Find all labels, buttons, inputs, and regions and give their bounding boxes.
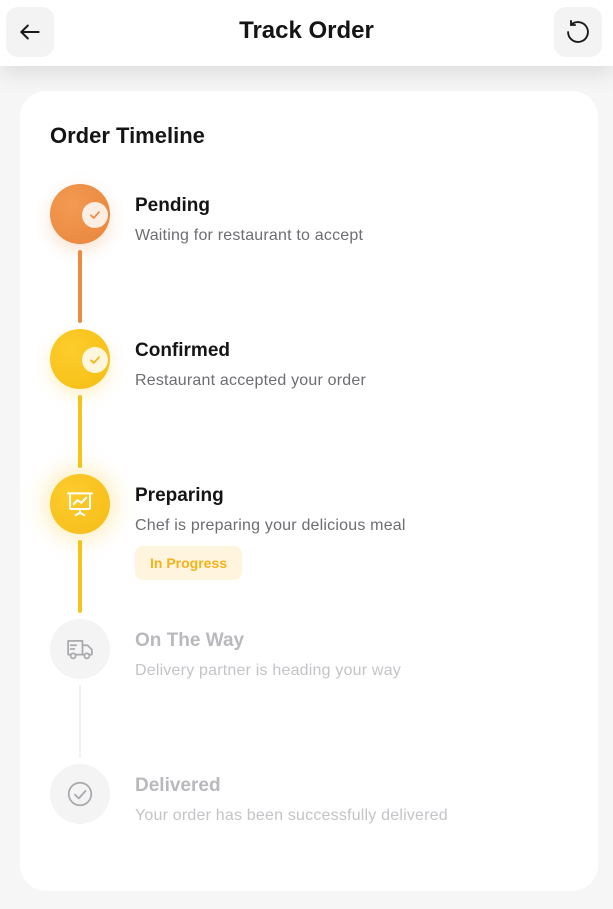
- presentation-chart-icon: [67, 492, 93, 517]
- timeline-connector: [78, 395, 82, 468]
- step-description: Your order has been successfully deliver…: [135, 807, 448, 824]
- check-icon: [90, 211, 100, 219]
- timeline-connector: [78, 540, 82, 613]
- check-badge: [82, 347, 108, 373]
- refresh-button[interactable]: [554, 7, 602, 57]
- timeline-title: Order Timeline: [50, 123, 205, 148]
- timeline-step-preparing: Preparing Chef is preparing your delicio…: [50, 474, 590, 619]
- delivery-truck-icon: [67, 640, 93, 660]
- step-title: Preparing: [135, 485, 224, 506]
- step-description: Chef is preparing your delicious meal: [135, 517, 406, 534]
- check-icon: [90, 356, 100, 364]
- timeline-step-pending: Pending Waiting for restaurant to accept: [50, 184, 590, 329]
- step-description: Waiting for restaurant to accept: [135, 227, 364, 244]
- step-title: On The Way: [135, 630, 245, 651]
- step-description: Delivery partner is heading your way: [135, 662, 401, 679]
- step-title: Delivered: [135, 775, 221, 796]
- check-circle-icon: [67, 781, 93, 807]
- in-progress-badge: In Progress: [135, 546, 243, 580]
- order-timeline-card: Order Timeline Pending Waiting for resta…: [20, 91, 598, 891]
- timeline-connector: [79, 685, 81, 758]
- step-status-circle: [50, 329, 110, 389]
- timeline-connector: [78, 250, 82, 323]
- timeline-step-on-the-way: On The Way Delivery partner is heading y…: [50, 619, 590, 764]
- step-status-circle: [50, 184, 110, 244]
- timeline-step-confirmed: Confirmed Restaurant accepted your order: [50, 329, 590, 474]
- step-description: Restaurant accepted your order: [135, 372, 367, 389]
- timeline-step-delivered: Delivered Your order has been successful…: [50, 764, 590, 909]
- app-header: Track Order: [0, 0, 613, 66]
- step-status-circle: [50, 619, 110, 679]
- step-title: Confirmed: [135, 340, 230, 361]
- page-title: Track Order: [239, 17, 374, 44]
- step-status-circle: [50, 474, 110, 534]
- step-status-circle: [50, 764, 110, 824]
- refresh-icon: [567, 19, 589, 43]
- check-badge: [82, 202, 108, 228]
- step-title: Pending: [135, 195, 210, 216]
